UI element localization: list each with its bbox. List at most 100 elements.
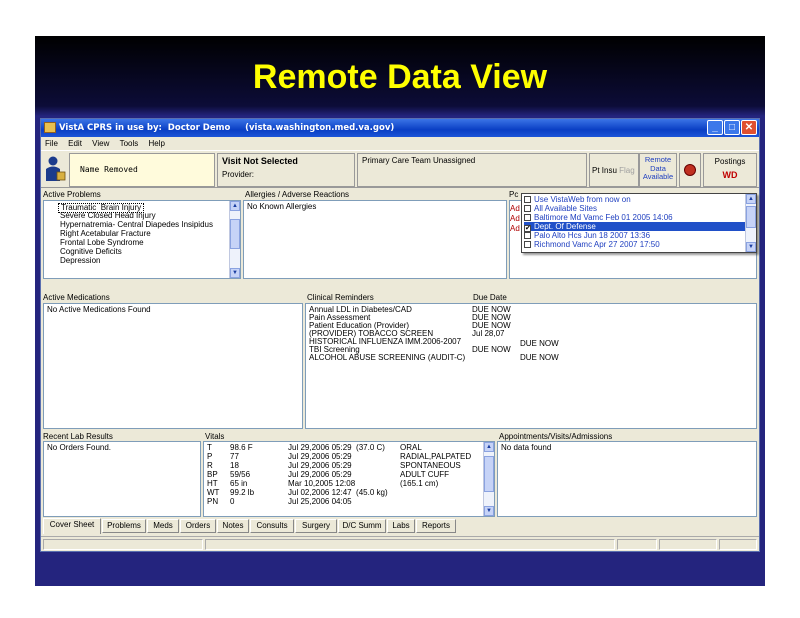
tab-notes[interactable]: Notes [217, 519, 249, 533]
checkbox-icon[interactable] [524, 196, 531, 203]
remote-site-option[interactable]: All Available Sites [524, 204, 750, 213]
posting-fragment: Ad [510, 224, 520, 233]
list-item[interactable]: Right Acetabular Fracture [60, 230, 151, 238]
remote-data-button[interactable]: Remote Data Available [639, 153, 677, 187]
checkbox-icon[interactable] [524, 214, 531, 221]
menu-bar: File Edit View Tools Help [41, 137, 759, 150]
vital-code: HT [207, 479, 218, 488]
scroll-up-icon[interactable]: ▲ [230, 201, 240, 211]
pt-insurance-flag-button[interactable]: Pt Insu Flag [589, 153, 639, 187]
list-item[interactable]: No Active Medications Found [47, 306, 151, 314]
vital-value: 99.2 lb [230, 488, 255, 497]
menu-file[interactable]: File [41, 137, 62, 148]
vital-code: WT [207, 488, 220, 497]
scroll-down-icon[interactable]: ▼ [230, 268, 240, 278]
active-medications-label: Active Medications [43, 293, 110, 302]
remote-site-option[interactable]: Baltimore Md Vamc Feb 01 2005 14:06 [524, 213, 750, 222]
clinical-reminders-list[interactable]: Annual LDL in Diabetes/CAD DUE NOW Pain … [305, 303, 757, 429]
tab-consults[interactable]: Consults [250, 519, 294, 533]
person-icon [43, 155, 67, 183]
reminder-due: DUE NOW [472, 345, 511, 354]
remote-sites-scrollbar[interactable]: ▲ ▼ [745, 194, 756, 252]
vital-date: Mar 10,2005 12:08 [288, 479, 356, 488]
appointments-list[interactable]: No data found [497, 441, 757, 517]
allergies-list[interactable]: No Known Allergies [243, 200, 507, 279]
reminder-name[interactable]: ALCOHOL ABUSE SCREENING (AUDIT-C) [309, 354, 465, 362]
remote-site-option[interactable]: Richmond Vamc Apr 27 2007 17:50 [524, 240, 750, 249]
tab-strip: Cover Sheet Problems Meds Orders Notes C… [41, 518, 759, 534]
vital-note: ADULT CUFF [400, 470, 450, 479]
list-item[interactable]: No Orders Found. [47, 444, 111, 452]
alarm-clock-icon [684, 164, 696, 176]
title-bar[interactable]: VistA CPRS in use by: Doctor Demo (vista… [41, 119, 759, 137]
tab-orders[interactable]: Orders [180, 519, 216, 533]
pt-ins-label: Pt Insu [592, 166, 617, 175]
vital-value: 98.6 F [230, 443, 253, 452]
list-item[interactable]: Cognitive Deficits [60, 248, 122, 256]
remote-sites-dropdown[interactable]: Use VistaWeb from now on All Available S… [521, 193, 757, 253]
patient-name-button[interactable]: Name Removed [69, 153, 215, 187]
visit-button[interactable]: Visit Not Selected Provider: [217, 153, 355, 187]
list-item[interactable]: Frontal Lobe Syndrome [60, 239, 144, 247]
vitals-label: Vitals [205, 432, 225, 441]
vital-date: Jul 29,2006 05:29 (37.0 C) [288, 443, 385, 452]
list-item[interactable]: Hypernatremia- Central Diapedes Insipidu… [60, 221, 213, 229]
vital-date: Jul 02,2006 12:47 (45.0 kg) [288, 488, 388, 497]
status-cell [617, 539, 657, 550]
tab-problems[interactable]: Problems [102, 519, 146, 533]
tab-surgery[interactable]: Surgery [295, 519, 337, 533]
vista-cprs-icon [44, 122, 56, 133]
scroll-up-icon[interactable]: ▲ [484, 442, 494, 452]
scroll-thumb[interactable] [230, 219, 240, 249]
reminder-due: Jul 28,07 [472, 329, 505, 338]
scroll-thumb[interactable] [746, 206, 756, 228]
reminder-due: DUE NOW [520, 353, 559, 362]
list-item[interactable]: No Known Allergies [247, 203, 316, 211]
menu-edit[interactable]: Edit [64, 137, 86, 148]
active-medications-list[interactable]: No Active Medications Found [43, 303, 303, 429]
tab-labs[interactable]: Labs [387, 519, 415, 533]
status-bar [41, 536, 759, 551]
minimize-button[interactable]: _ [707, 120, 723, 135]
vital-note: ORAL [400, 443, 422, 452]
list-item[interactable]: Depression [60, 257, 100, 265]
tab-meds[interactable]: Meds [147, 519, 179, 533]
primary-care-team-button[interactable]: Primary Care Team Unassigned [357, 153, 587, 187]
maximize-button[interactable]: □ [724, 120, 740, 135]
menu-help[interactable]: Help [145, 137, 169, 148]
reminders-button[interactable] [679, 153, 701, 187]
tab-cover-sheet[interactable]: Cover Sheet [43, 518, 101, 534]
vitals-list[interactable]: T 98.6 F Jul 29,2006 05:29 (37.0 C) ORAL… [203, 441, 495, 517]
posting-fragment: Ad [510, 214, 520, 223]
remote-site-option[interactable]: Use VistaWeb from now on [524, 195, 750, 204]
active-problems-list[interactable]: Traumatic Brain Injury Severe Closed Hea… [43, 200, 241, 279]
posting-fragment: Ad [510, 204, 520, 213]
checkbox-icon[interactable] [524, 232, 531, 239]
menu-tools[interactable]: Tools [116, 137, 143, 148]
close-button[interactable]: ✕ [741, 120, 757, 135]
scroll-down-icon[interactable]: ▼ [484, 506, 494, 516]
vitals-scrollbar[interactable]: ▲ ▼ [483, 442, 494, 516]
postings-button[interactable]: Postings WD [703, 153, 757, 187]
tab-reports[interactable]: Reports [416, 519, 456, 533]
slide-title: Remote Data View [252, 58, 548, 96]
scroll-thumb[interactable] [484, 456, 494, 492]
window-title: VistA CPRS in use by: Doctor Demo (vista… [59, 123, 395, 133]
scroll-down-icon[interactable]: ▼ [746, 242, 756, 252]
vital-value: 0 [230, 497, 235, 506]
vital-code: P [207, 452, 213, 461]
allergies-label: Allergies / Adverse Reactions [245, 190, 350, 199]
vital-date: Jul 29,2006 05:29 [288, 470, 352, 479]
remote-site-option[interactable]: Palo Alto Hcs Jun 18 2007 13:36 [524, 231, 750, 240]
scroll-up-icon[interactable]: ▲ [746, 194, 756, 204]
problems-scrollbar[interactable]: ▲ ▼ [229, 201, 240, 278]
recent-lab-results-list[interactable]: No Orders Found. [43, 441, 201, 517]
vital-value: 18 [230, 461, 239, 470]
tab-dc-summ[interactable]: D/C Summ [338, 519, 386, 533]
remote-site-option-selected[interactable]: ✔ Dept. Of Defense [524, 222, 750, 232]
checkbox-icon[interactable] [524, 241, 531, 248]
list-item[interactable]: Severe Closed Head Injury [60, 212, 156, 220]
list-item[interactable]: No data found [501, 444, 551, 452]
menu-view[interactable]: View [88, 137, 113, 148]
checkbox-icon[interactable] [524, 205, 531, 212]
